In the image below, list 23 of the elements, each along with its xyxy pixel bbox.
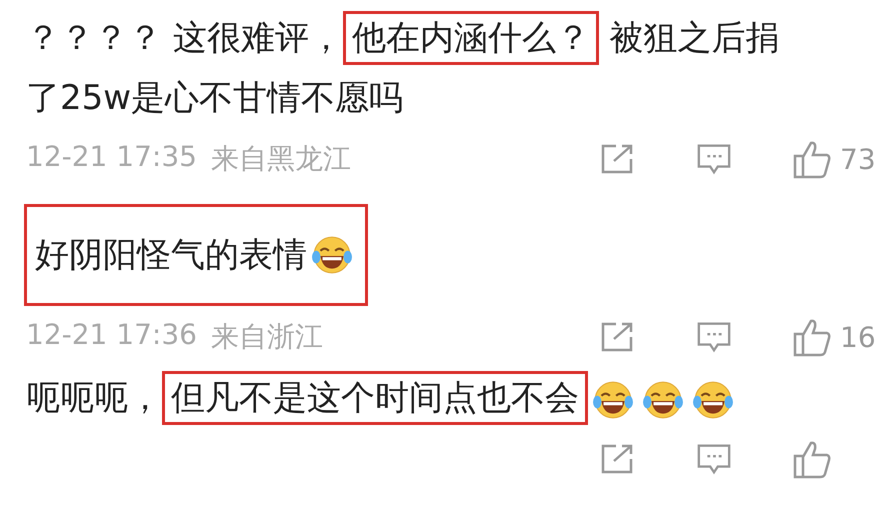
- laughing-tears-emoji: [592, 378, 634, 421]
- thumbs-up-icon[interactable]: [792, 139, 832, 179]
- comment-text: 被狙之后捐: [608, 18, 780, 58]
- comment-location: 来自浙江: [210, 319, 323, 355]
- comment-location: 来自黑龙江: [210, 141, 351, 177]
- comment-text: ？？？？ 这很难评，: [26, 18, 343, 58]
- laughing-tears-emoji: [311, 234, 353, 276]
- comment-text: 呃呃呃，: [26, 378, 162, 418]
- comment-text: 他在内涵什么？: [352, 18, 590, 58]
- thumbs-up-icon[interactable]: [792, 439, 832, 479]
- comment-text: 好阴阳怪气的表情: [35, 234, 307, 277]
- laughing-tears-emoji: [692, 378, 734, 421]
- comment-time: 12-21 17:35: [26, 140, 197, 175]
- comment-text: 了25w是心不甘情不愿吗: [26, 78, 404, 118]
- comment-icon[interactable]: [696, 320, 732, 354]
- comment-icon[interactable]: [696, 442, 732, 476]
- comment-icon[interactable]: [696, 142, 732, 176]
- comment-time: 12-21 17:36: [26, 318, 197, 353]
- comment-text: 但凡不是这个时间点也不会: [171, 378, 579, 418]
- laughing-tears-emoji: [642, 378, 684, 421]
- like-count: 73: [840, 142, 876, 176]
- like-count: 16: [840, 320, 876, 354]
- thumbs-up-icon[interactable]: [792, 317, 832, 357]
